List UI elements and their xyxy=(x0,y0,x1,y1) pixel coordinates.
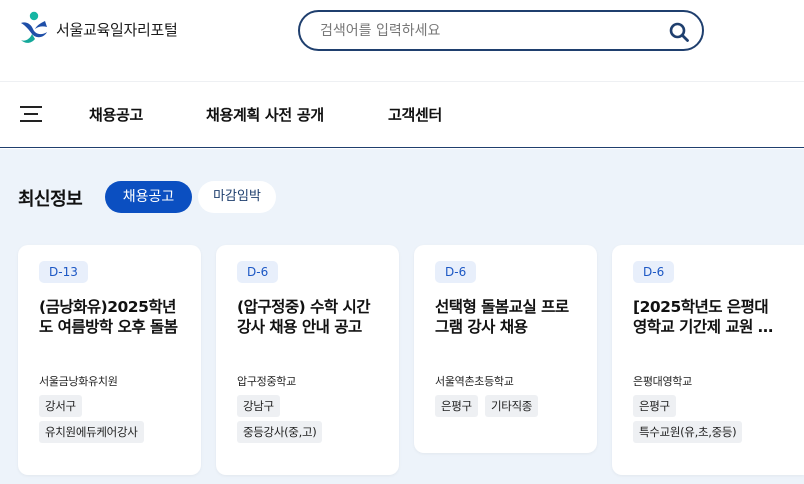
job-title: (압구정중) 수학 시간강사 채용 안내 공고 xyxy=(237,298,371,336)
job-title: [2025학년도 은평대영학교 기간제 교원 채용 xyxy=(633,298,772,336)
job-card[interactable]: D-13 (금낭화유)2025학년도 여름방학 오후 돌봄 서울금낭화유치원 강… xyxy=(18,245,201,475)
nav-item-job-postings[interactable]: 채용공고 xyxy=(89,104,143,125)
tag-list: 강서구 유치원에듀케어강사 xyxy=(39,395,189,447)
organization-name: 은평대영학교 xyxy=(633,375,692,388)
header: 서울교육일자리포털 xyxy=(0,0,804,82)
job-type-tag: 중등강사(중,고) xyxy=(237,421,323,443)
nav-item-hiring-plan[interactable]: 채용계획 사전 공개 xyxy=(206,104,324,125)
tab-closing-soon[interactable]: 마감임박 xyxy=(198,181,276,213)
seoul-logo-icon xyxy=(21,11,47,43)
job-card[interactable]: D-6 선택형 돌봄교실 프로그램 강사 채용 서울역촌초등학교 은평구 기타직… xyxy=(414,245,597,453)
job-card[interactable]: D-6 (압구정중) 수학 시간강사 채용 안내 공고 압구정중학교 강남구 중… xyxy=(216,245,399,475)
dday-badge: D-6 xyxy=(435,261,477,283)
tag-list: 은평구 특수교원(유,초,중등) xyxy=(633,395,783,447)
menu-icon[interactable] xyxy=(20,104,42,124)
logo-text: 서울교육일자리포털 xyxy=(56,20,178,39)
dday-badge: D-13 xyxy=(39,261,88,283)
search-bar xyxy=(298,10,704,51)
logo[interactable]: 서울교육일자리포털 xyxy=(18,11,178,47)
job-title: (금낭화유)2025학년도 여름방학 오후 돌봄 xyxy=(39,298,178,336)
job-card[interactable]: D-6 [2025학년도 은평대영학교 기간제 교원 채용 은평대영학교 은평구… xyxy=(612,245,804,475)
organization-name: 서울금낭화유치원 xyxy=(39,375,118,388)
dday-badge: D-6 xyxy=(237,261,279,283)
region-tag: 강남구 xyxy=(237,395,280,417)
job-type-tag: 특수교원(유,초,중등) xyxy=(633,421,743,443)
job-title: 선택형 돌봄교실 프로그램 강사 채용 xyxy=(435,298,569,336)
region-tag: 은평구 xyxy=(435,395,478,417)
latest-info-section: 최신정보 채용공고 마감임박 D-13 (금낭화유)2025학년도 여름방학 오… xyxy=(0,149,804,484)
dday-badge: D-6 xyxy=(633,261,675,283)
organization-name: 압구정중학교 xyxy=(237,375,296,388)
organization-name: 서울역촌초등학교 xyxy=(435,375,514,388)
nav-item-customer-center[interactable]: 고객센터 xyxy=(388,104,442,125)
region-tag: 은평구 xyxy=(633,395,676,417)
section-title: 최신정보 xyxy=(18,189,83,210)
search-input[interactable] xyxy=(320,20,650,42)
tab-job-postings[interactable]: 채용공고 xyxy=(105,181,192,213)
main-nav: 채용공고 채용계획 사전 공개 고객센터 xyxy=(0,82,804,148)
tag-list: 강남구 중등강사(중,고) xyxy=(237,395,387,447)
job-type-tag: 기타직종 xyxy=(484,395,539,417)
search-icon[interactable] xyxy=(668,21,690,43)
job-type-tag: 유치원에듀케어강사 xyxy=(39,421,144,443)
region-tag: 강서구 xyxy=(39,395,82,417)
tag-list: 은평구 기타직종 xyxy=(435,395,585,421)
